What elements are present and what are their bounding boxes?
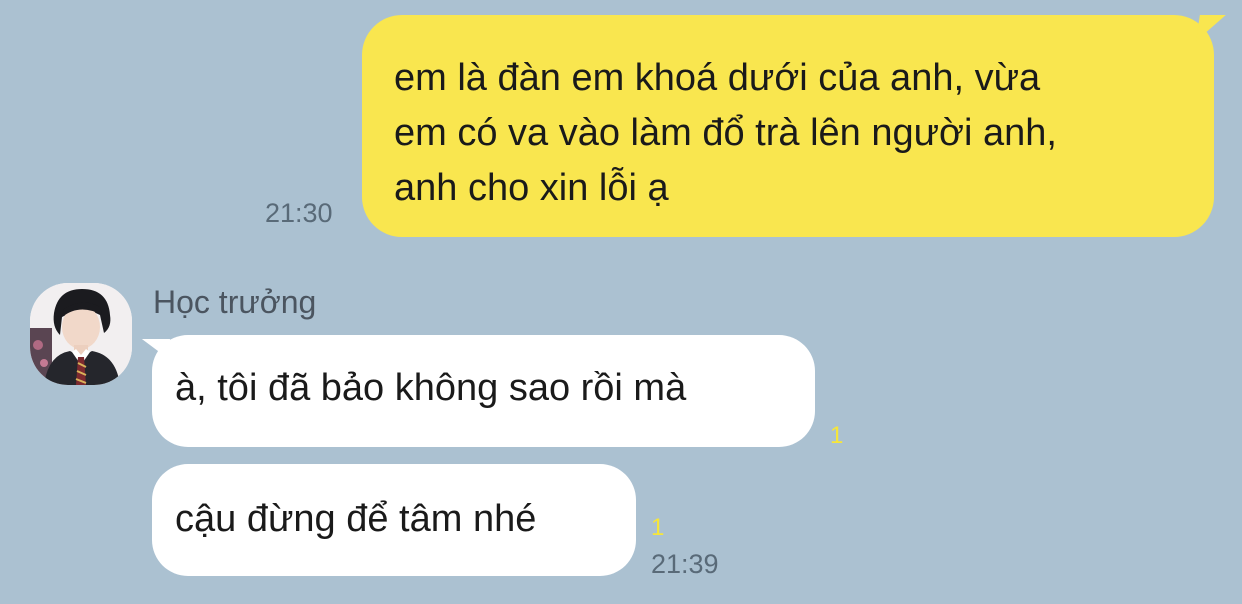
sender-name: Học trưởng [153, 284, 317, 320]
message-time: 21:30 [265, 198, 333, 228]
message-text-line: em có va vào làm đổ trà lên người anh, [394, 112, 1057, 154]
avatar[interactable] [30, 283, 132, 385]
profile-photo-icon [30, 283, 132, 385]
bubble-tail [141, 339, 175, 363]
chat-room: 21:30 em là đàn em khoá dưới của anh, vừ… [0, 0, 1242, 604]
message-text: cậu đừng để tâm nhé [175, 498, 537, 540]
message-time: 21:39 [651, 549, 719, 579]
incoming-message-bubble[interactable]: à, tôi đã bảo không sao rồi mà [141, 335, 815, 447]
outgoing-message-bubble[interactable]: em là đàn em khoá dưới của anh, vừa em c… [362, 15, 1226, 237]
bubble-tail [1196, 15, 1226, 41]
incoming-message-bubble[interactable]: cậu đừng để tâm nhé [152, 464, 636, 576]
message-text-line: anh cho xin lỗi ạ [394, 167, 669, 209]
message-text: à, tôi đã bảo không sao rồi mà [175, 367, 687, 409]
message-text-line: em là đàn em khoá dưới của anh, vừa [394, 57, 1041, 99]
unread-count: 1 [651, 514, 665, 541]
unread-count: 1 [830, 422, 844, 449]
